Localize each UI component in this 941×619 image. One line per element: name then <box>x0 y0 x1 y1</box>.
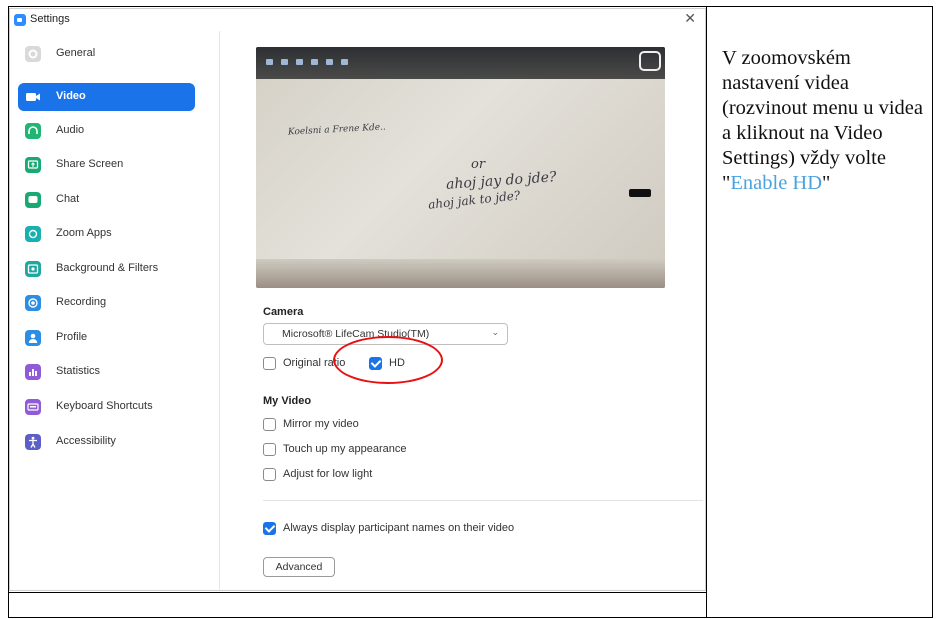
sidebar-item-label: Video <box>56 90 86 102</box>
zoom-apps-icon <box>25 226 41 242</box>
sidebar-item-label: Audio <box>56 124 85 136</box>
chevron-down-icon: ⌄ <box>491 328 499 338</box>
sidebar-item-keyboard-shortcuts[interactable]: Keyboard Shortcuts <box>18 393 195 421</box>
sidebar-item-accessibility[interactable]: Accessibility <box>18 428 195 456</box>
close-icon[interactable]: ✕ <box>684 11 696 27</box>
sidebar-item-label: Recording <box>56 296 107 308</box>
sidebar-item-label: Accessibility <box>56 435 116 447</box>
instruction-text: V zoomovském nastavení videa (rozvinout … <box>722 46 927 196</box>
chat-bubble-icon <box>25 192 41 208</box>
whiteboard-image: Koelsni a Frene Kde.. or ahoj jay do jde… <box>256 79 665 288</box>
sidebar-item-label: Statistics <box>56 365 101 377</box>
marker-object <box>629 189 651 197</box>
sidebar-item-background-filters[interactable]: Background & Filters <box>18 255 195 283</box>
recording-icon <box>25 295 41 311</box>
sidebar-item-audio[interactable]: Audio <box>18 117 195 145</box>
camera-section-label: Camera <box>263 306 304 318</box>
camera-preview: Koelsni a Frene Kde.. or ahoj jay do jde… <box>256 47 665 288</box>
display-names-label: Always display participant names on thei… <box>283 522 515 534</box>
settings-window: Settings ✕ General Video Audio Share Scr… <box>9 8 706 591</box>
statistics-icon <box>25 364 41 380</box>
sidebar-item-zoom-apps[interactable]: Zoom Apps <box>18 220 195 248</box>
zoom-app-icon <box>14 14 26 26</box>
settings-sidebar: General Video Audio Share Screen Chat Zo… <box>10 31 220 590</box>
section-divider <box>263 500 703 501</box>
original-ratio-checkbox[interactable] <box>263 357 276 370</box>
sidebar-item-general[interactable]: General <box>18 40 195 68</box>
sidebar-item-video[interactable]: Video <box>18 83 195 111</box>
sidebar-item-profile[interactable]: Profile <box>18 324 195 352</box>
enable-hd-link: Enable HD <box>730 172 823 194</box>
gear-icon <box>25 46 41 62</box>
video-camera-icon <box>25 89 41 105</box>
advanced-button[interactable]: Advanced <box>263 557 335 577</box>
touch-up-checkbox[interactable] <box>263 443 276 456</box>
headphones-icon <box>25 123 41 139</box>
sidebar-item-chat[interactable]: Chat <box>18 186 195 214</box>
video-settings-pane: Koelsni a Frene Kde.. or ahoj jay do jde… <box>221 31 705 590</box>
rotate-camera-icon[interactable] <box>639 51 661 71</box>
table-row-divider <box>8 592 707 593</box>
sidebar-item-label: Profile <box>56 331 88 343</box>
keyboard-icon <box>25 399 41 415</box>
sidebar-item-label: Share Screen <box>56 158 124 170</box>
table-column-divider <box>706 6 707 618</box>
hd-highlight-circle <box>333 336 443 384</box>
instruction-text-end: " <box>822 172 831 194</box>
low-light-label: Adjust for low light <box>283 468 373 480</box>
sidebar-item-label: Background & Filters <box>56 262 159 274</box>
sidebar-item-label: General <box>56 47 96 59</box>
mirror-video-label: Mirror my video <box>283 418 359 430</box>
touch-up-label: Touch up my appearance <box>283 443 407 455</box>
preview-taskbar <box>256 47 665 79</box>
sidebar-item-statistics[interactable]: Statistics <box>18 358 195 386</box>
sidebar-item-recording[interactable]: Recording <box>18 289 195 317</box>
sidebar-item-label: Zoom Apps <box>56 227 112 239</box>
title-bar: Settings ✕ <box>10 9 705 31</box>
sidebar-item-label: Keyboard Shortcuts <box>56 400 153 412</box>
low-light-checkbox[interactable] <box>263 468 276 481</box>
my-video-section-label: My Video <box>263 395 312 407</box>
sidebar-item-share-screen[interactable]: Share Screen <box>18 151 195 179</box>
background-icon <box>25 261 41 277</box>
display-names-checkbox[interactable] <box>263 522 276 535</box>
accessibility-icon <box>25 434 41 450</box>
profile-icon <box>25 330 41 346</box>
window-title: Settings <box>30 13 70 25</box>
sidebar-item-label: Chat <box>56 193 80 205</box>
share-screen-icon <box>25 157 41 173</box>
mirror-video-checkbox[interactable] <box>263 418 276 431</box>
